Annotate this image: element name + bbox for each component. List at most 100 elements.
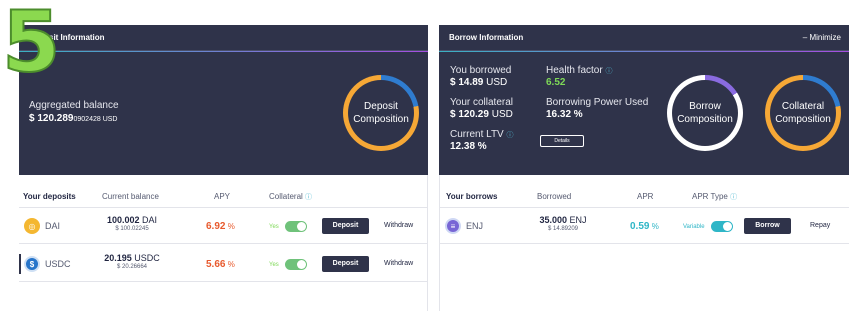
borrowed-amount: 35.000 ENJ (528, 215, 598, 225)
apr-type-label: Variable (683, 223, 705, 230)
apr-value: 0.59 % (630, 221, 659, 232)
apr-type-info-icon[interactable]: ⓘ (730, 194, 737, 201)
table-row[interactable]: $ USDC 20.195 USDC $ 20.26664 5.66 % Yes… (19, 246, 427, 282)
apr-type-toggle[interactable] (710, 221, 733, 232)
repay-link[interactable]: Repay (810, 222, 830, 229)
aggregated-balance-value: $ 120.2890902428 USD (29, 113, 119, 124)
header-borrowed: Borrowed (537, 192, 572, 201)
collateral-composition-line1: Collateral (781, 101, 825, 112)
aggregated-balance-decimals: 0902428 (73, 116, 101, 123)
borrowed-value: 35.000 (539, 215, 567, 225)
apy-unit: % (225, 260, 235, 269)
you-borrowed-label: You borrowed (450, 65, 512, 76)
apr-number: 0.59 (630, 221, 650, 232)
borrow-panel-header: Borrow Information – Minimize (439, 25, 849, 52)
balance-value: 100.002 (106, 215, 140, 225)
table-row[interactable]: ≡ ENJ 35.000 ENJ $ 14.89209 0.59 % Varia… (440, 208, 849, 244)
deposit-composition-chart[interactable]: Deposit Composition (343, 75, 419, 151)
collateral-composition-chart[interactable]: Collateral Composition (765, 75, 841, 151)
details-button[interactable]: Details (540, 135, 584, 147)
current-ltv-value: 12.38 % (450, 141, 487, 152)
current-ltv-info-icon[interactable]: ⓘ (507, 132, 514, 139)
header-collateral: Collateral ⓘ (269, 192, 312, 202)
your-collateral-amount: $ 120.29 (450, 109, 489, 120)
header-your-deposits: Your deposits (23, 192, 76, 201)
deposit-composition-label: Deposit Composition (348, 80, 414, 146)
balance-amount: 20.195 USDC (97, 253, 167, 263)
deposit-button[interactable]: Deposit (322, 218, 369, 234)
collateral-composition-label: Collateral Composition (770, 80, 836, 146)
borrow-panel-title: Borrow Information (449, 33, 524, 42)
you-borrowed-stat: You borrowed $ 14.89 USD (450, 65, 511, 88)
header-your-borrows: Your borrows (446, 192, 498, 201)
header-apr-type-text: APR Type (692, 192, 728, 201)
balance-unit: DAI (139, 215, 158, 225)
table-row[interactable]: ◎ DAI 100.002 DAI $ 100.02245 6.92 % Yes… (19, 208, 427, 244)
enj-icon: ≡ (445, 218, 461, 234)
dai-icon: ◎ (24, 218, 40, 234)
you-borrowed-amount: $ 14.89 (450, 77, 484, 88)
aggregated-balance: Aggregated balance $ 120.2890902428 USD (29, 100, 119, 124)
deposit-information-panel: Deposit Information Aggregated balance $… (19, 25, 428, 175)
current-balance-cell: 100.002 DAI $ 100.02245 (97, 215, 167, 232)
health-factor-value: 6.52 (546, 77, 566, 88)
collateral-info-icon[interactable]: ⓘ (305, 194, 312, 201)
borrow-composition-chart[interactable]: Borrow Composition (667, 75, 743, 151)
apy-number: 6.92 (206, 221, 226, 232)
your-collateral-unit: USD (488, 109, 513, 120)
current-balance-cell: 20.195 USDC $ 20.26664 (97, 253, 167, 270)
collateral-composition-line2: Composition (775, 114, 831, 125)
borrow-button[interactable]: Borrow (744, 218, 791, 234)
balance-unit: USDC (131, 253, 160, 263)
toggle-knob (296, 260, 306, 269)
deposit-button[interactable]: Deposit (322, 256, 369, 272)
borrowing-power-value: 16.32 % (546, 109, 583, 120)
health-factor-info-icon[interactable]: ⓘ (605, 68, 612, 75)
aggregated-balance-unit: USD (100, 116, 118, 123)
asset-name: USDC (45, 259, 71, 269)
header-apr: APR (637, 192, 654, 201)
toggle-knob (296, 222, 306, 231)
toggle-knob (722, 222, 732, 231)
collateral-toggle[interactable] (284, 259, 307, 270)
borrow-information-panel: Borrow Information – Minimize You borrow… (439, 25, 849, 175)
deposit-composition-line1: Deposit (364, 101, 398, 112)
header-collateral-text: Collateral (269, 192, 303, 201)
your-collateral-label: Your collateral (450, 97, 514, 108)
header-current-balance: Current balance (102, 192, 159, 201)
borrows-table: Your borrows Borrowed APR APR Type ⓘ ≡ E… (439, 175, 849, 311)
your-collateral-stat: Your collateral $ 120.29 USD (450, 97, 513, 120)
borrowing-power-stat: Borrowing Power Used 16.32 % (546, 97, 648, 120)
apy-value: 5.66 % (206, 259, 235, 270)
balance-value: 20.195 (104, 253, 132, 263)
step-number-badge: 5 (1, 0, 61, 91)
minimize-button[interactable]: – Minimize (803, 25, 841, 51)
collateral-toggle-group: Yes (269, 259, 307, 270)
asset-name: ENJ (466, 221, 484, 231)
collateral-toggle-group: Yes (269, 221, 307, 232)
apr-type-toggle-group: Variable (683, 221, 733, 232)
balance-usd: $ 20.26664 (116, 264, 148, 270)
aggregated-balance-label: Aggregated balance (29, 100, 119, 111)
deposit-composition-line2: Composition (353, 114, 409, 125)
health-factor-stat: Health factor ⓘ 6.52 (546, 65, 612, 88)
borrowed-usd: $ 14.89209 (547, 226, 579, 232)
collateral-state-label: Yes (269, 223, 279, 230)
row-accent (19, 254, 21, 274)
collateral-toggle[interactable] (284, 221, 307, 232)
withdraw-link[interactable]: Withdraw (384, 222, 413, 229)
borrowing-power-label: Borrowing Power Used (546, 97, 649, 108)
balance-amount: 100.002 DAI (97, 215, 167, 225)
withdraw-link[interactable]: Withdraw (384, 260, 413, 267)
usdc-icon: $ (24, 256, 40, 272)
aggregated-balance-main: $ 120.289 (29, 113, 74, 124)
apy-number: 5.66 (206, 259, 226, 270)
current-ltv-text: Current LTV (450, 129, 504, 140)
collateral-state-label: Yes (269, 261, 279, 268)
deposits-table: Your deposits Current balance APY Collat… (19, 175, 428, 311)
borrowed-unit: ENJ (567, 215, 587, 225)
health-factor-text: Health factor (546, 65, 603, 76)
borrow-composition-label: Borrow Composition (672, 80, 738, 146)
apr-unit: % (649, 222, 659, 231)
deposit-panel-title: Deposit Information (19, 25, 428, 52)
